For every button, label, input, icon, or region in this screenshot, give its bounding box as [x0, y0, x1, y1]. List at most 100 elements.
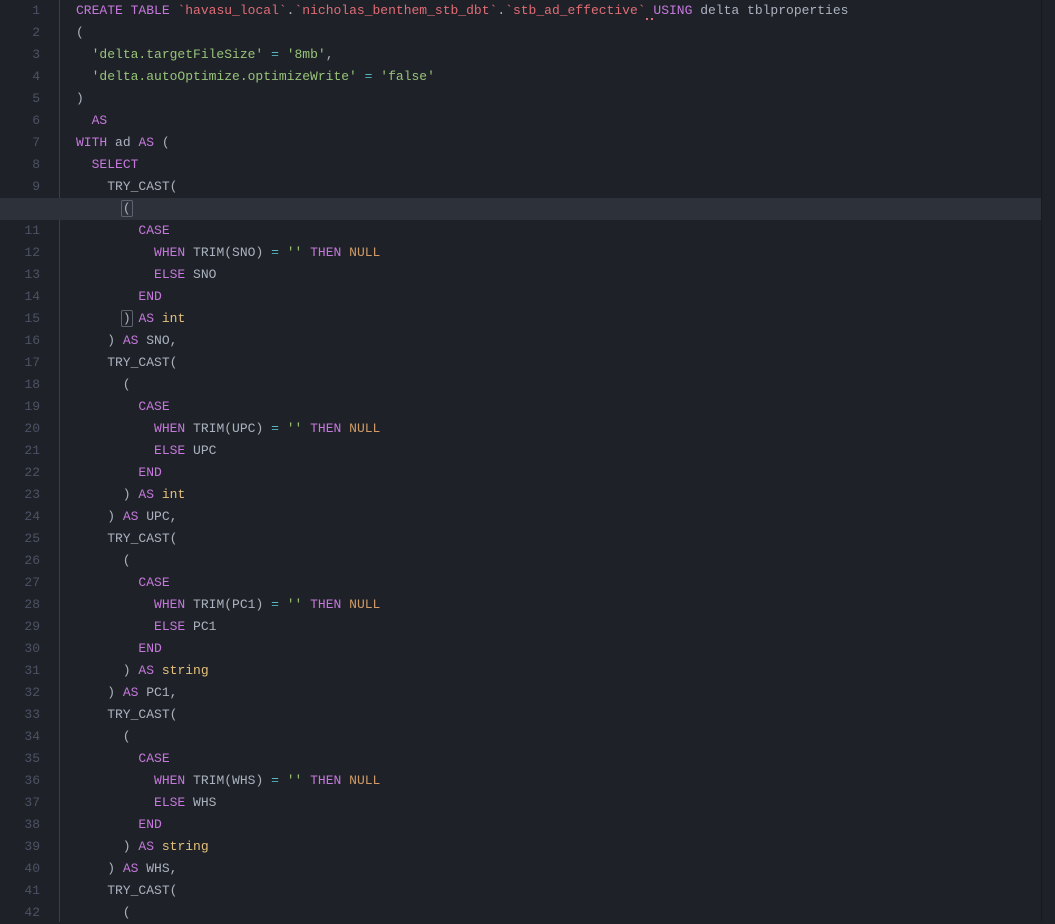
code-line[interactable]: CASE — [76, 396, 1055, 418]
scrollbar-track[interactable] — [1041, 0, 1055, 922]
code-line[interactable]: ) AS WHS, — [76, 858, 1055, 880]
code-line[interactable]: ) — [76, 88, 1055, 110]
code-line[interactable]: ) AS int — [76, 308, 1055, 330]
code-token: string — [162, 839, 209, 854]
code-editor[interactable]: 1234567891011121314151617181920212223242… — [0, 0, 1055, 922]
code-line[interactable]: CASE — [76, 572, 1055, 594]
code-token — [76, 641, 138, 656]
code-line[interactable]: TRY_CAST( — [76, 352, 1055, 374]
code-token: 'false' — [380, 69, 435, 84]
code-token: END — [138, 289, 161, 304]
code-token: = — [271, 47, 279, 62]
code-line[interactable]: CASE — [76, 748, 1055, 770]
code-line[interactable]: ( — [76, 902, 1055, 924]
code-token: ( — [121, 200, 133, 217]
code-token: '' — [287, 245, 303, 260]
code-token: ) — [76, 509, 123, 524]
code-token — [279, 597, 287, 612]
code-line[interactable]: END — [76, 462, 1055, 484]
code-line[interactable]: END — [76, 638, 1055, 660]
code-line[interactable]: ELSE WHS — [76, 792, 1055, 814]
line-number: 28 — [0, 594, 40, 616]
code-token: ELSE — [154, 267, 185, 282]
code-line[interactable]: 'delta.autoOptimize.optimizeWrite' = 'fa… — [76, 66, 1055, 88]
code-line[interactable]: WITH ad AS ( — [76, 132, 1055, 154]
code-token: TRIM(UPC) — [185, 421, 271, 436]
code-token — [76, 575, 138, 590]
code-line[interactable]: ) AS int — [76, 484, 1055, 506]
code-token — [341, 597, 349, 612]
code-area[interactable]: CREATE TABLE `havasu_local`.`nicholas_be… — [74, 0, 1055, 922]
code-line[interactable]: ) AS UPC, — [76, 506, 1055, 528]
code-token: TRY_CAST( — [76, 179, 177, 194]
code-line[interactable]: WHEN TRIM(UPC) = '' THEN NULL — [76, 418, 1055, 440]
code-line[interactable]: WHEN TRIM(WHS) = '' THEN NULL — [76, 770, 1055, 792]
code-line[interactable]: CASE — [76, 220, 1055, 242]
code-token — [302, 773, 310, 788]
code-token: THEN — [310, 773, 341, 788]
line-number: 37 — [0, 792, 40, 814]
code-token: CASE — [138, 399, 169, 414]
code-line[interactable]: END — [76, 286, 1055, 308]
code-token: ) — [76, 91, 84, 106]
code-line[interactable]: END — [76, 814, 1055, 836]
code-token: ( — [154, 135, 170, 150]
code-token: ad — [107, 135, 138, 150]
code-token: CREATE — [76, 3, 123, 18]
code-token — [76, 619, 154, 634]
line-number: 29 — [0, 616, 40, 638]
fold-column — [56, 0, 74, 922]
line-number: 40 — [0, 858, 40, 880]
code-token: AS — [138, 487, 154, 502]
code-line[interactable]: ELSE SNO — [76, 264, 1055, 286]
code-line[interactable]: ) AS string — [76, 660, 1055, 682]
code-token: TRY_CAST( — [76, 531, 177, 546]
code-token — [123, 3, 131, 18]
code-line[interactable]: ( — [76, 374, 1055, 396]
code-token: . — [497, 3, 505, 18]
line-number: 23 — [0, 484, 40, 506]
line-number: 32 — [0, 682, 40, 704]
code-line[interactable]: ) AS PC1, — [76, 682, 1055, 704]
code-token — [76, 399, 138, 414]
line-number: 11 — [0, 220, 40, 242]
code-token — [76, 311, 123, 326]
code-token: , — [326, 47, 334, 62]
line-number: 21 — [0, 440, 40, 462]
code-token — [76, 69, 92, 84]
code-line[interactable]: WHEN TRIM(PC1) = '' THEN NULL — [76, 594, 1055, 616]
code-line[interactable]: 'delta.targetFileSize' = '8mb', — [76, 44, 1055, 66]
code-token: PC1 — [185, 619, 216, 634]
code-token: ( — [76, 905, 131, 920]
code-line[interactable]: WHEN TRIM(SNO) = '' THEN NULL — [76, 242, 1055, 264]
code-line[interactable]: ( — [76, 726, 1055, 748]
code-token: TRY_CAST( — [76, 707, 177, 722]
code-line[interactable]: TRY_CAST( — [76, 704, 1055, 726]
code-token: string — [162, 663, 209, 678]
code-line[interactable]: TRY_CAST( — [76, 176, 1055, 198]
code-token: WHS — [185, 795, 216, 810]
code-token — [76, 443, 154, 458]
code-token: NULL — [349, 245, 380, 260]
code-line[interactable]: AS — [76, 110, 1055, 132]
line-number: 14 — [0, 286, 40, 308]
code-token — [302, 245, 310, 260]
code-line[interactable]: ELSE UPC — [76, 440, 1055, 462]
code-line[interactable]: ( — [76, 22, 1055, 44]
code-line[interactable]: ) AS SNO, — [76, 330, 1055, 352]
code-line[interactable]: ELSE PC1 — [76, 616, 1055, 638]
code-token — [76, 597, 154, 612]
code-token: '' — [287, 597, 303, 612]
code-token — [76, 157, 92, 172]
line-number: 13 — [0, 264, 40, 286]
code-line[interactable]: ( — [76, 550, 1055, 572]
code-line[interactable]: TRY_CAST( — [76, 880, 1055, 902]
code-line[interactable]: ( — [0, 198, 1055, 220]
code-token: `havasu_local` — [177, 3, 286, 18]
code-token — [76, 421, 154, 436]
code-token: TRY_CAST( — [76, 883, 177, 898]
code-line[interactable]: ) AS string — [76, 836, 1055, 858]
code-line[interactable]: SELECT — [76, 154, 1055, 176]
code-line[interactable]: TRY_CAST( — [76, 528, 1055, 550]
code-line[interactable]: CREATE TABLE `havasu_local`.`nicholas_be… — [76, 0, 1055, 22]
